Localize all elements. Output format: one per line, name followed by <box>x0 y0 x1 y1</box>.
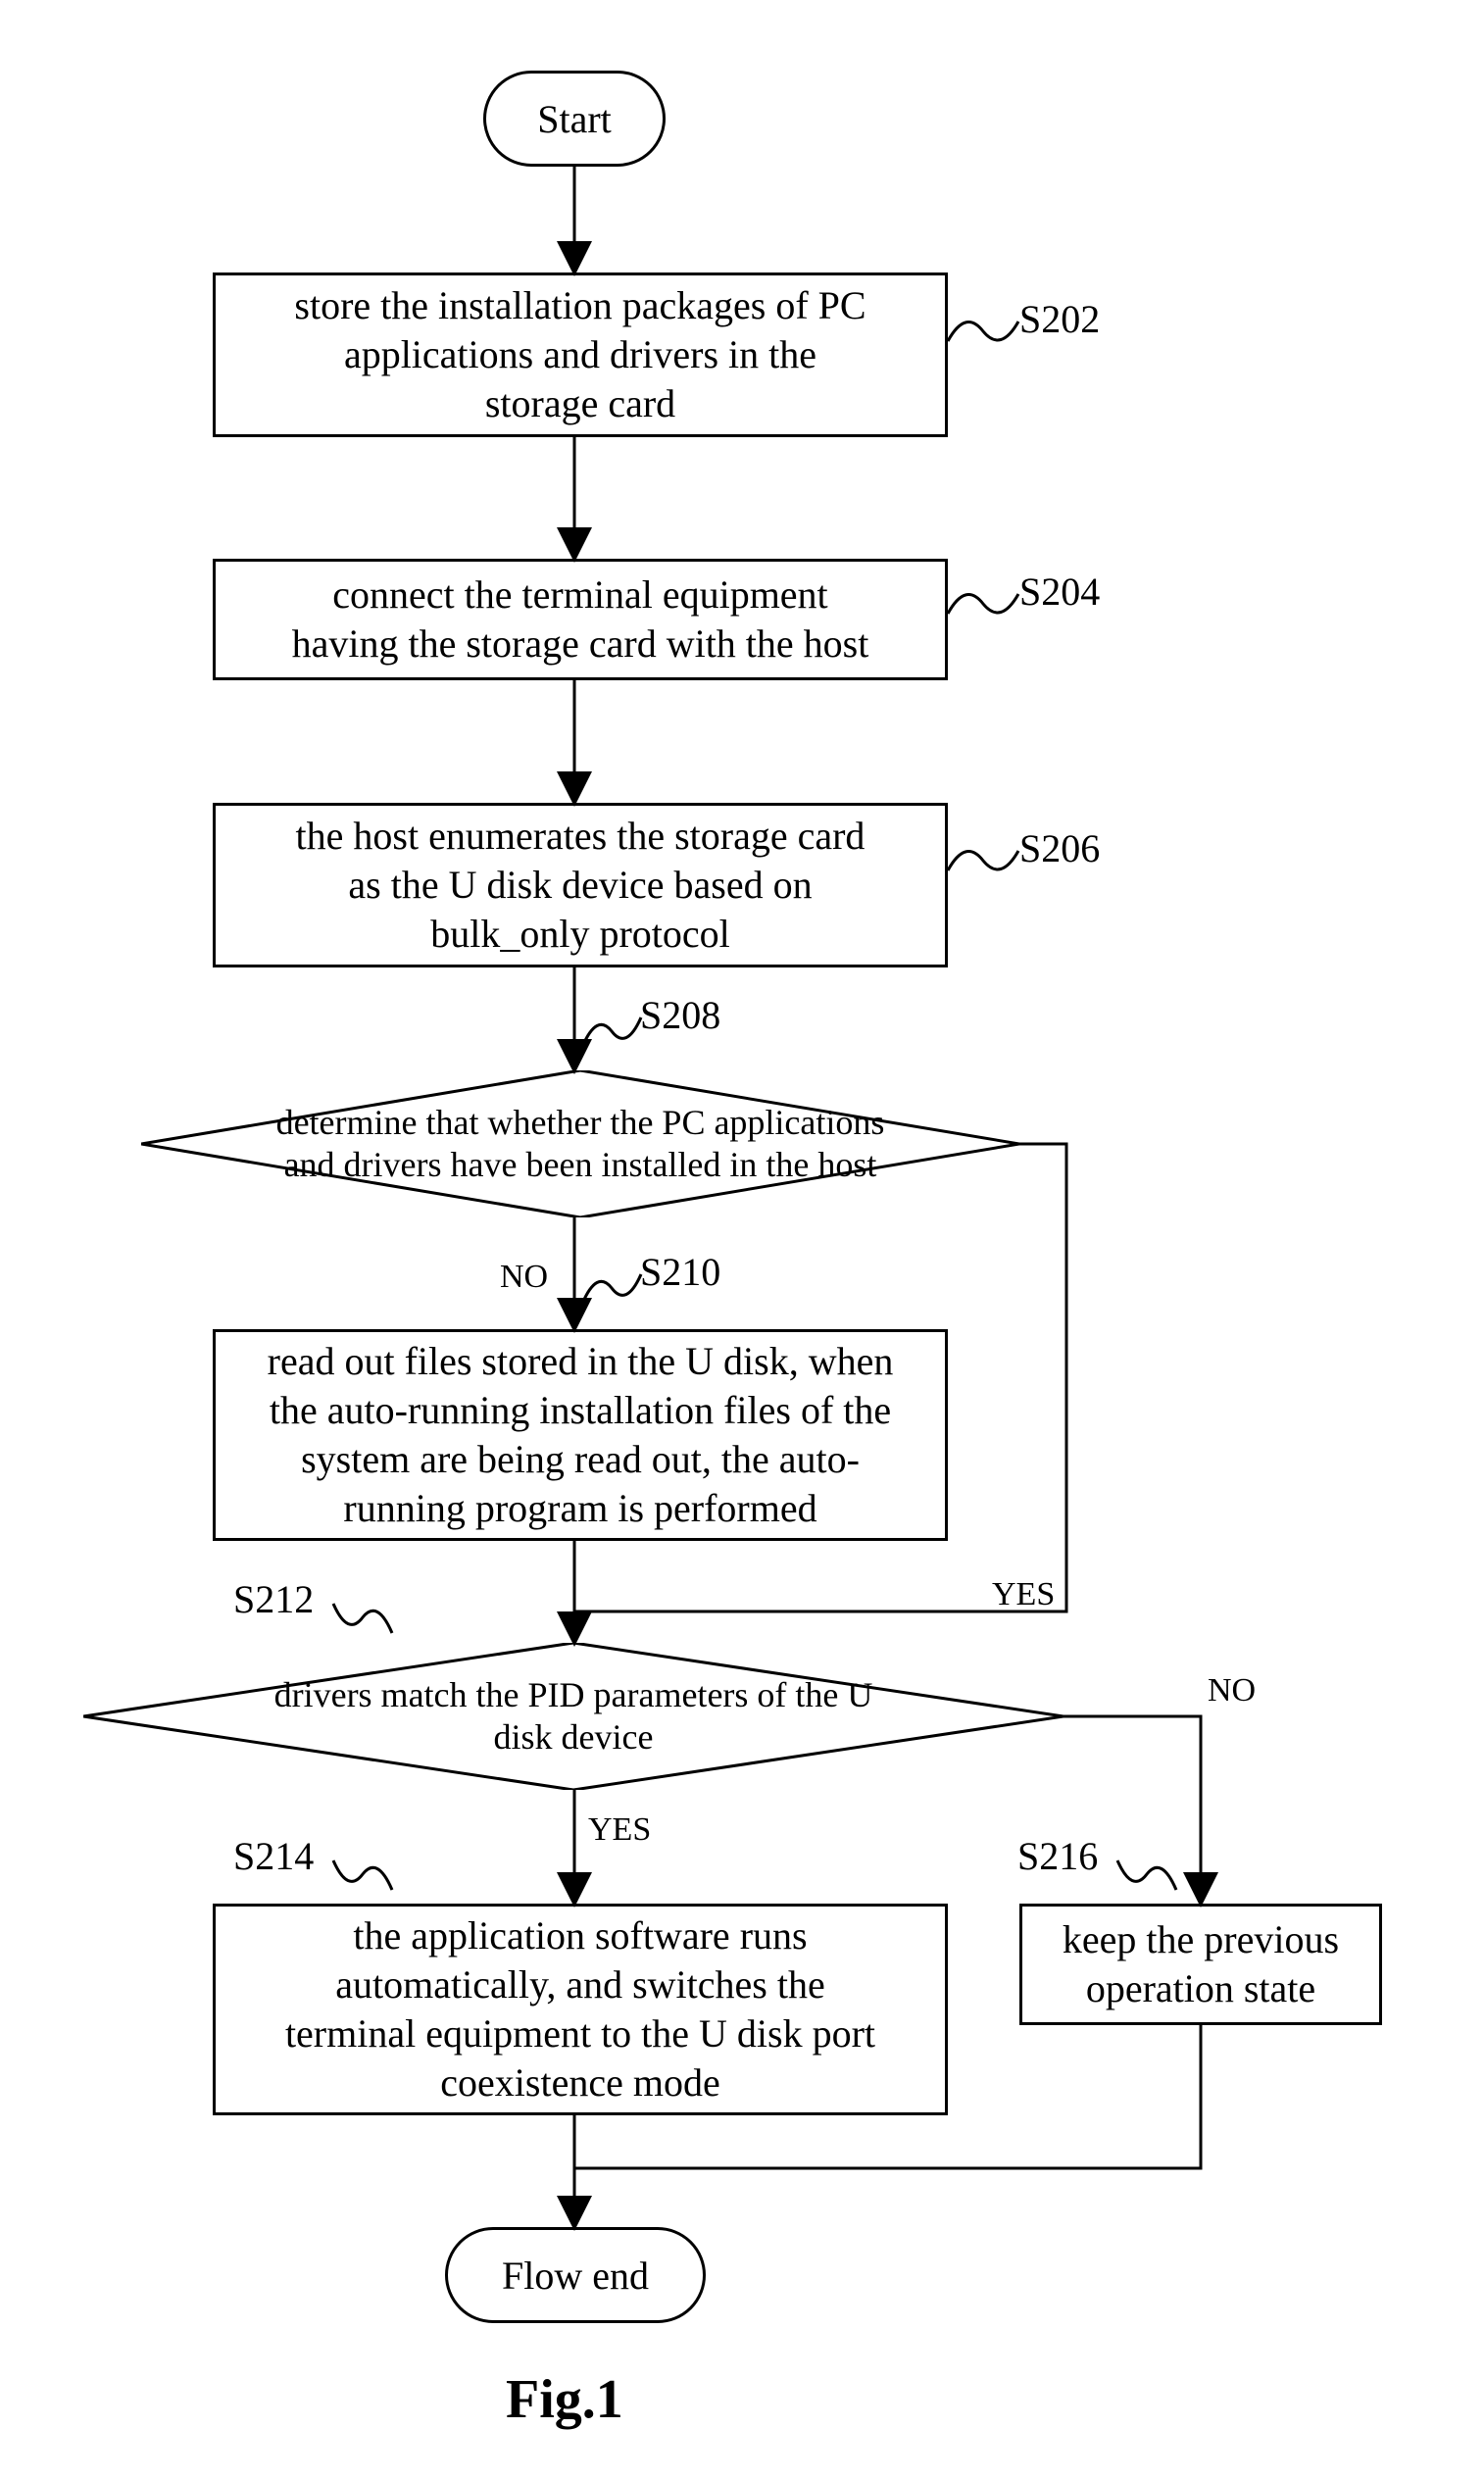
figure-label: Fig.1 <box>506 2368 623 2431</box>
flowchart-container: Start store the installation packages of… <box>0 0 1484 2478</box>
flow-arrows <box>0 0 1484 2478</box>
